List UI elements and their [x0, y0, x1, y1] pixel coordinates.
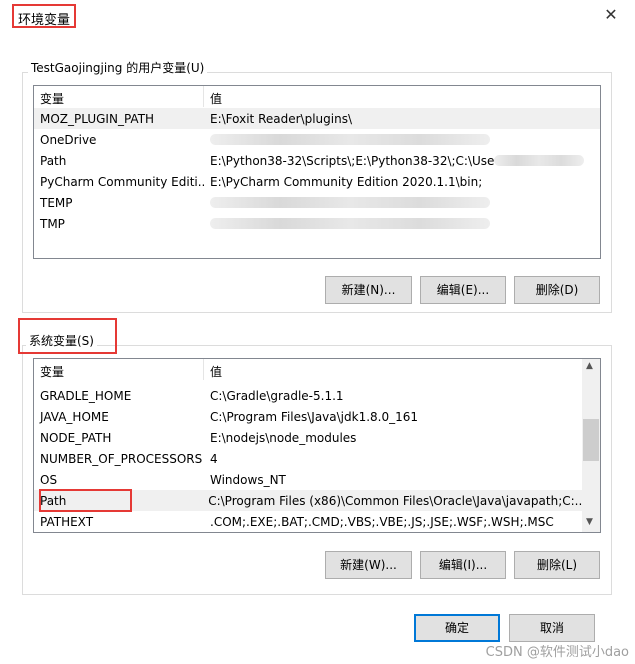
variable-value [204, 134, 490, 145]
table-row[interactable]: NUMBER_OF_PROCESSORS 4 [34, 448, 582, 469]
table-row[interactable]: TMP [34, 213, 600, 234]
user-new-button[interactable]: 新建(N)... [325, 276, 412, 304]
user-variables-label: TestGaojingjing 的用户变量(U) [28, 59, 208, 76]
variable-value [204, 218, 490, 229]
scroll-up-icon[interactable]: ▲ [586, 361, 593, 371]
table-row[interactable]: GRADLE_HOME C:\Gradle\gradle-5.1.1 [34, 385, 582, 406]
variable-value: C:\Program Files\Java\jdk1.8.0_161 [204, 410, 418, 424]
variable-value-text: Windows_NT [210, 472, 286, 487]
table-row[interactable]: OneDrive [34, 129, 600, 150]
variable-value-text: C:\Gradle\gradle-5.1.1 [210, 388, 344, 403]
variable-name: OS [40, 472, 58, 487]
table-row[interactable]: NODE_PATH E:\nodejs\node_modules [34, 427, 582, 448]
system-edit-button[interactable]: 编辑(I)... [420, 551, 506, 579]
variable-name: GRADLE_HOME [40, 388, 132, 403]
table-row[interactable]: PATHEXT .COM;.EXE;.BAT;.CMD;.VBS;.VBE;.JS… [34, 511, 582, 532]
variable-name: Path [40, 153, 67, 168]
variable-value-text: 4 [210, 451, 218, 466]
user-variables-list[interactable]: 变量 值 MOZ_PLUGIN_PATH E:\Foxit Reader\plug… [33, 85, 601, 259]
ok-button[interactable]: 确定 [414, 614, 500, 642]
redacted-blur [210, 134, 490, 145]
variable-name: PyCharm Community Editi... [40, 174, 204, 189]
scroll-down-icon[interactable]: ▼ [586, 517, 593, 527]
variable-name: TEMP [40, 195, 73, 210]
table-row[interactable]: Path E:\Python38-32\Scripts\;E:\Python38-… [34, 150, 600, 171]
variable-name: NUMBER_OF_PROCESSORS [40, 451, 203, 466]
variable-name: NODE_PATH [40, 430, 112, 445]
close-icon[interactable]: ✕ [600, 4, 622, 26]
variable-value-text: E:\PyCharm Community Edition 2020.1.1\bi… [210, 174, 483, 189]
system-new-button[interactable]: 新建(W)... [325, 551, 412, 579]
list-header: 变量 值 [34, 359, 600, 381]
window-title: 环境变量 [12, 4, 77, 28]
list-header: 变量 值 [34, 86, 600, 108]
variable-value: E:\nodejs\node_modules [204, 431, 356, 445]
redacted-blur [210, 218, 490, 229]
variable-value-text: C:\Program Files\Java\jdk1.8.0_161 [210, 409, 419, 424]
column-header-name[interactable]: 变量 [34, 359, 204, 380]
scroll-thumb[interactable] [583, 419, 599, 461]
variable-value-text: .COM;.EXE;.BAT;.CMD;.VBS;.VBE;.JS;.JSE;.… [210, 514, 554, 529]
variable-name: MOZ_PLUGIN_PATH [40, 111, 155, 126]
variable-value: 4 [204, 452, 218, 466]
path-highlight-box [39, 489, 132, 512]
variable-value-text: C:\Program Files (x86)\Common Files\Orac… [208, 493, 582, 508]
column-header-name[interactable]: 变量 [34, 86, 204, 107]
system-delete-button[interactable]: 删除(L) [514, 551, 600, 579]
table-row[interactable]: MOZ_PLUGIN_PATH E:\Foxit Reader\plugins\ [34, 108, 600, 129]
redacted-blur [494, 155, 585, 166]
variable-value: E:\PyCharm Community Edition 2020.1.1\bi… [204, 175, 482, 189]
redacted-blur [210, 197, 490, 208]
variable-name: OneDrive [40, 132, 97, 147]
table-row[interactable]: JAVA_HOME C:\Program Files\Java\jdk1.8.0_… [34, 406, 582, 427]
variable-value: Windows_NT [204, 473, 286, 487]
table-row[interactable]: OS Windows_NT [34, 469, 582, 490]
variable-value: C:\Gradle\gradle-5.1.1 [204, 389, 344, 403]
variable-name: JAVA_HOME [40, 409, 109, 424]
scrollbar[interactable]: ▲ ▼ [582, 359, 600, 532]
variable-value-text: E:\nodejs\node_modules [210, 430, 357, 445]
highlight-box [18, 318, 117, 354]
cancel-button[interactable]: 取消 [509, 614, 595, 642]
variable-name: PATHEXT [40, 514, 94, 529]
table-row[interactable]: TEMP [34, 192, 600, 213]
watermark: CSDN @软件测试小dao [485, 645, 629, 660]
variable-value: E:\Foxit Reader\plugins\ [204, 112, 352, 126]
variable-name: TMP [40, 216, 65, 231]
variable-value-text: E:\Foxit Reader\plugins\ [210, 111, 352, 126]
column-header-value[interactable]: 值 [204, 86, 228, 107]
table-row[interactable]: PyCharm Community Editi... E:\PyCharm Com… [34, 171, 600, 192]
variable-value-text: E:\Python38-32\Scripts\;E:\Python38-32\;… [210, 153, 495, 168]
variable-value: E:\Python38-32\Scripts\;E:\Python38-32\;… [204, 153, 585, 168]
variable-value [204, 197, 490, 208]
user-edit-button[interactable]: 编辑(E)... [420, 276, 506, 304]
user-delete-button[interactable]: 删除(D) [514, 276, 600, 304]
column-header-value[interactable]: 值 [204, 359, 228, 380]
variable-value: C:\Program Files (x86)\Common Files\Orac… [202, 494, 582, 508]
variable-value: .COM;.EXE;.BAT;.CMD;.VBS;.VBE;.JS;.JSE;.… [204, 515, 554, 529]
